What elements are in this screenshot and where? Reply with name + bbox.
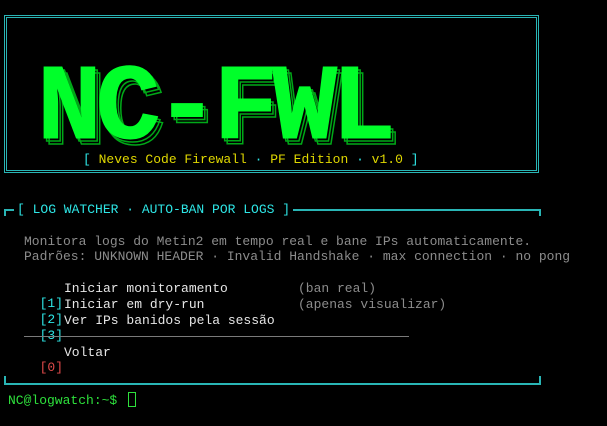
menu-hint: (ban real): [298, 281, 377, 296]
panel-patterns: Padrões: UNKNOWN HEADER · Invalid Handsh…: [24, 249, 571, 264]
menu-divider: [24, 336, 409, 337]
panel-corner-top-right: [539, 209, 541, 216]
nc-fwl-logo: NC-FWL NC-FWL NC-FWL: [37, 54, 403, 154]
menu-hint: (apenas visualizar): [298, 297, 447, 312]
menu-item-dry-run[interactable]: [2] Iniciar em dry-run (apenas visualiza…: [24, 297, 447, 327]
menu-label: Voltar: [64, 345, 111, 360]
panel-bottom-border: [4, 383, 541, 385]
panel-title: [ LOG WATCHER · AUTO-BAN POR LOGS ]: [14, 202, 294, 217]
svg-text:NC-FWL: NC-FWL: [37, 54, 391, 154]
menu-item-start-monitoring[interactable]: [1] Iniciar monitoramento (ban real): [24, 281, 376, 311]
panel-corner-top-left: [4, 209, 6, 216]
menu-label: Ver IPs banidos pela sessão: [64, 313, 275, 328]
banner-box: NC-FWL NC-FWL NC-FWL: [4, 15, 539, 173]
menu-item-banned-ips[interactable]: [3] Ver IPs banidos pela sessão: [24, 313, 275, 343]
menu-label: Iniciar em dry-run: [64, 297, 205, 312]
menu-label: Iniciar monitoramento: [64, 281, 228, 296]
menu-item-back[interactable]: [0] Voltar: [24, 345, 111, 375]
banner-subtitle: [ Neves Code Firewall · PF Edition · v1.…: [83, 152, 419, 167]
menu-key: [0]: [39, 360, 64, 375]
terminal-cursor[interactable]: [128, 392, 136, 407]
shell-prompt: NC@logwatch:~$: [8, 393, 126, 408]
panel-description: Monitora logs do Metin2 em tempo real e …: [24, 234, 532, 249]
